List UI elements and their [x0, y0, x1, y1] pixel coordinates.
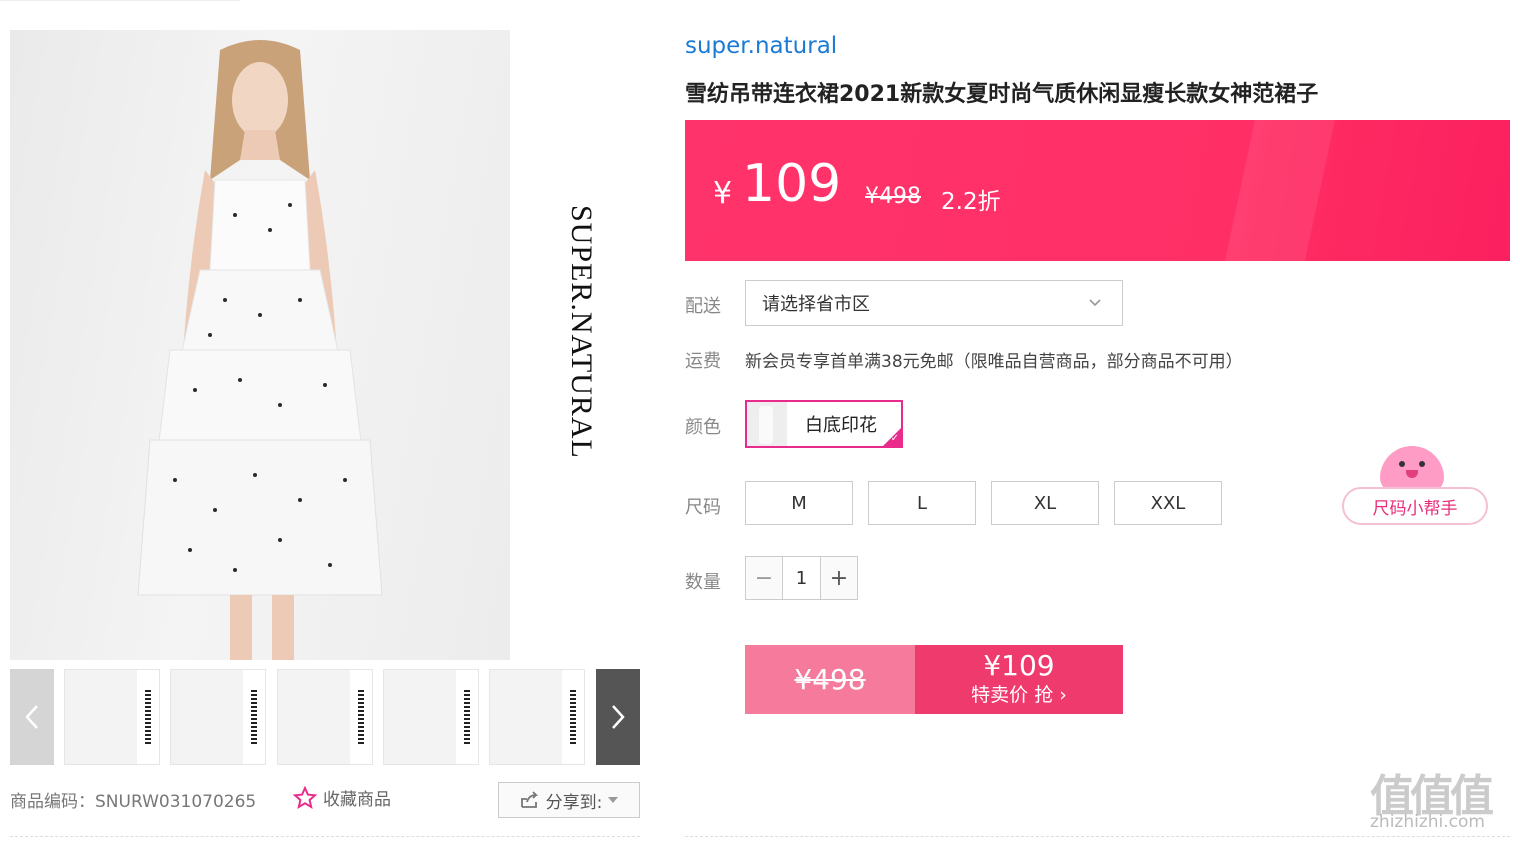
favorite-label: 收藏商品 — [323, 790, 391, 810]
fee-label: 运费 — [685, 351, 721, 372]
quantity-input[interactable]: 1 — [782, 557, 821, 599]
thumbnail-4[interactable] — [383, 669, 479, 765]
size-option-l[interactable]: L — [868, 481, 976, 525]
color-option-selected[interactable]: 白底印花 ✓ — [745, 400, 903, 448]
thumbnail-2[interactable] — [170, 669, 266, 765]
buy-label: 特卖价 抢 › — [971, 684, 1067, 706]
chevron-left-icon — [25, 705, 38, 729]
thumbnail-3[interactable] — [277, 669, 373, 765]
size-helper-button[interactable]: 尺码小帮手 — [1342, 487, 1488, 525]
buy-now-button[interactable]: ¥109 特卖价 抢 › — [915, 645, 1123, 714]
region-select[interactable]: 请选择省市区 — [745, 280, 1123, 326]
watermark-url: zhizhizhi.com — [1370, 812, 1485, 832]
favorite-button[interactable]: 收藏商品 — [293, 785, 391, 810]
size-option-xl[interactable]: XL — [991, 481, 1099, 525]
mascot-icon — [1380, 446, 1444, 492]
size-option-xxl[interactable]: XXL — [1114, 481, 1222, 525]
shipping-label: 配送 — [685, 296, 721, 317]
share-dropdown[interactable]: 分享到: — [498, 782, 640, 818]
quantity-plus-button[interactable]: + — [821, 557, 857, 599]
color-label: 颜色 — [685, 417, 721, 438]
thumbs-prev-button[interactable] — [10, 669, 54, 765]
quantity-minus-button[interactable]: − — [746, 557, 782, 599]
caret-down-icon — [608, 797, 619, 803]
share-label: 分享到: — [545, 792, 603, 813]
thumbnail-5[interactable] — [489, 669, 585, 765]
star-icon — [293, 785, 317, 809]
quantity-label: 数量 — [685, 572, 721, 593]
banner-sheen — [1225, 120, 1335, 261]
color-swatch — [747, 402, 787, 446]
chevron-down-icon — [1089, 299, 1101, 307]
check-icon: ✓ — [890, 433, 899, 444]
buy-original-price: ¥498 — [745, 645, 915, 714]
brand-link[interactable]: super.natural — [685, 33, 837, 59]
share-icon — [520, 791, 538, 808]
watermark: 值值值 zhizhizhi.com — [1370, 760, 1516, 840]
buy-price: ¥109 — [983, 649, 1055, 682]
chevron-right-icon — [612, 705, 625, 729]
current-price: 109 — [742, 154, 842, 214]
left-divider — [10, 836, 640, 837]
thumbnail-1[interactable] — [64, 669, 160, 765]
size-option-m[interactable]: M — [745, 481, 853, 525]
price-currency: ¥ — [713, 176, 733, 211]
product-photo — [10, 30, 510, 660]
thumbs-next-button[interactable] — [596, 669, 640, 765]
price-banner: ¥ 109 ¥498 2.2折 — [685, 120, 1510, 261]
thumbnail-strip — [10, 669, 640, 765]
size-label: 尺码 — [685, 497, 721, 518]
model-illustration — [137, 40, 383, 660]
discount-rate: 2.2折 — [941, 189, 1001, 215]
color-option-label: 白底印花 — [805, 415, 877, 436]
original-price: ¥498 — [865, 184, 921, 209]
product-title: 雪纺吊带连衣裙2021新款女夏时尚气质休闲显瘦长款女神范裙子 — [685, 82, 1319, 107]
top-divider — [0, 0, 240, 1]
product-code: 商品编码：SNURW031070265 — [10, 792, 257, 812]
quantity-stepper: − 1 + — [745, 556, 858, 600]
main-product-image[interactable]: SUPER.NATURAL — [10, 30, 640, 660]
vertical-brand-text: SUPER.NATURAL — [565, 205, 598, 459]
fee-text: 新会员专享首单满38元免邮（限唯品自营商品，部分商品不可用） — [745, 352, 1243, 372]
region-select-value: 请选择省市区 — [762, 294, 870, 315]
